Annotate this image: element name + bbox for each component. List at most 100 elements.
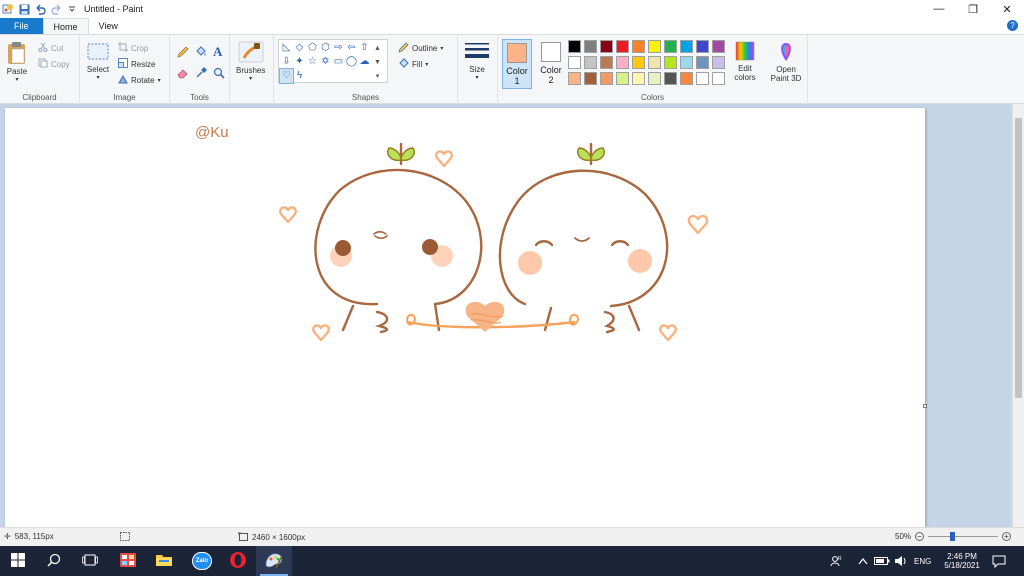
copy-button[interactable]: Copy [38, 58, 70, 70]
people-icon[interactable]: R [830, 546, 842, 576]
palette-color-swatch[interactable] [680, 56, 693, 69]
tab-home[interactable]: Home [42, 18, 89, 34]
palette-color-swatch[interactable] [600, 40, 613, 53]
diamond-shape-icon[interactable]: ◇ [293, 41, 306, 55]
pentagon-shape-icon[interactable]: ⬠ [306, 41, 319, 55]
cut-button[interactable]: Cut [38, 42, 63, 54]
color-picker-icon[interactable] [195, 67, 207, 81]
taskbar-app-opera[interactable] [220, 546, 256, 576]
six-point-star-shape-icon[interactable]: ✡ [319, 55, 332, 69]
magnifier-icon[interactable] [213, 67, 225, 81]
size-button[interactable]: Size ▾ [464, 41, 490, 81]
palette-color-swatch[interactable] [664, 40, 677, 53]
palette-color-swatch[interactable] [680, 40, 693, 53]
palette-color-swatch[interactable] [664, 56, 677, 69]
crop-button[interactable]: Crop [118, 42, 148, 54]
close-button[interactable]: ✕ [990, 0, 1024, 18]
palette-color-swatch[interactable] [584, 56, 597, 69]
outline-button[interactable]: Outline ▾ [398, 42, 443, 55]
show-hidden-icons-icon[interactable] [858, 546, 868, 576]
lightning-shape-icon[interactable]: ϟ [293, 69, 306, 83]
task-view-button[interactable] [72, 546, 108, 576]
palette-color-swatch[interactable] [632, 72, 645, 85]
diagonal-line-shape-icon[interactable]: ◺ [280, 41, 293, 55]
palette-color-swatch[interactable] [600, 72, 613, 85]
zoom-slider-thumb[interactable] [950, 532, 956, 541]
palette-color-swatch[interactable] [712, 56, 725, 69]
undo-icon[interactable] [34, 3, 46, 15]
rounded-callout-shape-icon[interactable]: ▭ [332, 55, 345, 69]
start-button[interactable] [0, 546, 36, 576]
pencil-icon[interactable] [177, 46, 189, 60]
palette-color-swatch[interactable] [696, 56, 709, 69]
cloud-callout-shape-icon[interactable]: ☁ [358, 55, 371, 69]
palette-color-swatch[interactable] [712, 40, 725, 53]
down-arrow-shape-icon[interactable]: ⇩ [280, 55, 293, 69]
tab-file[interactable]: File [0, 18, 43, 34]
minimize-button[interactable]: — [922, 0, 956, 18]
oval-callout-shape-icon[interactable]: ◯ [345, 55, 358, 69]
palette-color-swatch[interactable] [600, 56, 613, 69]
left-arrow-shape-icon[interactable]: ⇦ [345, 41, 358, 55]
input-language[interactable]: ENG [914, 546, 931, 576]
palette-color-swatch[interactable] [584, 72, 597, 85]
up-arrow-shape-icon[interactable]: ⇧ [358, 41, 371, 55]
volume-icon[interactable] [894, 546, 908, 576]
more-shapes-icon[interactable]: ▾ [371, 69, 384, 83]
paint-app-icon[interactable] [2, 3, 14, 15]
zoom-in-button[interactable]: + [1002, 532, 1012, 541]
text-tool-icon[interactable]: A [213, 44, 222, 60]
scroll-down-icon[interactable]: ▼ [371, 55, 384, 69]
palette-color-swatch[interactable] [696, 40, 709, 53]
palette-color-swatch[interactable] [616, 56, 629, 69]
resize-button[interactable]: Resize [118, 58, 155, 70]
palette-color-swatch[interactable] [568, 56, 581, 69]
palette-color-swatch[interactable] [712, 72, 725, 85]
redo-icon[interactable] [50, 3, 62, 15]
fill-button[interactable]: Fill ▾ [398, 58, 428, 71]
canvas-resize-handle[interactable] [923, 404, 927, 408]
zoom-out-button[interactable]: − [915, 532, 925, 541]
palette-color-swatch[interactable] [648, 56, 661, 69]
canvas-workspace[interactable]: @Ku [0, 104, 1012, 527]
palette-color-swatch[interactable] [648, 40, 661, 53]
restore-button[interactable]: ❐ [956, 0, 990, 18]
palette-color-swatch[interactable] [664, 72, 677, 85]
color2-button[interactable]: Color 2 [536, 39, 566, 89]
palette-color-swatch[interactable] [680, 72, 693, 85]
search-button[interactable] [36, 546, 72, 576]
palette-color-swatch[interactable] [616, 40, 629, 53]
palette-color-swatch[interactable] [568, 40, 581, 53]
select-button[interactable]: Select ▾ [86, 41, 110, 81]
battery-icon[interactable] [874, 546, 890, 576]
help-icon[interactable]: ? [1007, 20, 1018, 31]
five-point-star-shape-icon[interactable]: ☆ [306, 55, 319, 69]
hexagon-shape-icon[interactable]: ⬡ [319, 41, 332, 55]
drawing-canvas[interactable]: @Ku [5, 108, 925, 527]
palette-color-swatch[interactable] [696, 72, 709, 85]
save-icon[interactable] [18, 3, 30, 15]
open-paint3d-button[interactable]: Open Paint 3D [766, 41, 806, 83]
zoom-slider[interactable] [928, 532, 999, 541]
fill-bucket-icon[interactable] [195, 46, 207, 60]
palette-color-swatch[interactable] [632, 56, 645, 69]
taskbar-app-paint[interactable] [256, 546, 292, 576]
palette-color-swatch[interactable] [616, 72, 629, 85]
palette-color-swatch[interactable] [584, 40, 597, 53]
taskbar-app-zalo[interactable]: Zalo [184, 546, 220, 576]
tab-view[interactable]: View [89, 18, 128, 34]
heart-shape-icon[interactable]: ♡ [279, 68, 294, 84]
edit-colors-button[interactable]: Edit colors [732, 40, 758, 82]
vertical-scrollbar[interactable] [1012, 104, 1024, 527]
scroll-up-icon[interactable]: ▲ [371, 41, 384, 55]
paste-button[interactable]: Paste ▾ [6, 41, 28, 83]
notifications-icon[interactable] [992, 546, 1006, 576]
rotate-button[interactable]: Rotate ▾ [118, 74, 161, 86]
taskbar-app-file-explorer[interactable] [146, 546, 182, 576]
eraser-icon[interactable] [177, 67, 189, 81]
four-point-star-shape-icon[interactable]: ✦ [293, 55, 306, 69]
customize-toolbar-icon[interactable] [66, 3, 78, 15]
palette-color-swatch[interactable] [632, 40, 645, 53]
vertical-scrollbar-thumb[interactable] [1015, 118, 1022, 398]
clock[interactable]: 2:46 PM 5/18/2021 [940, 546, 984, 576]
